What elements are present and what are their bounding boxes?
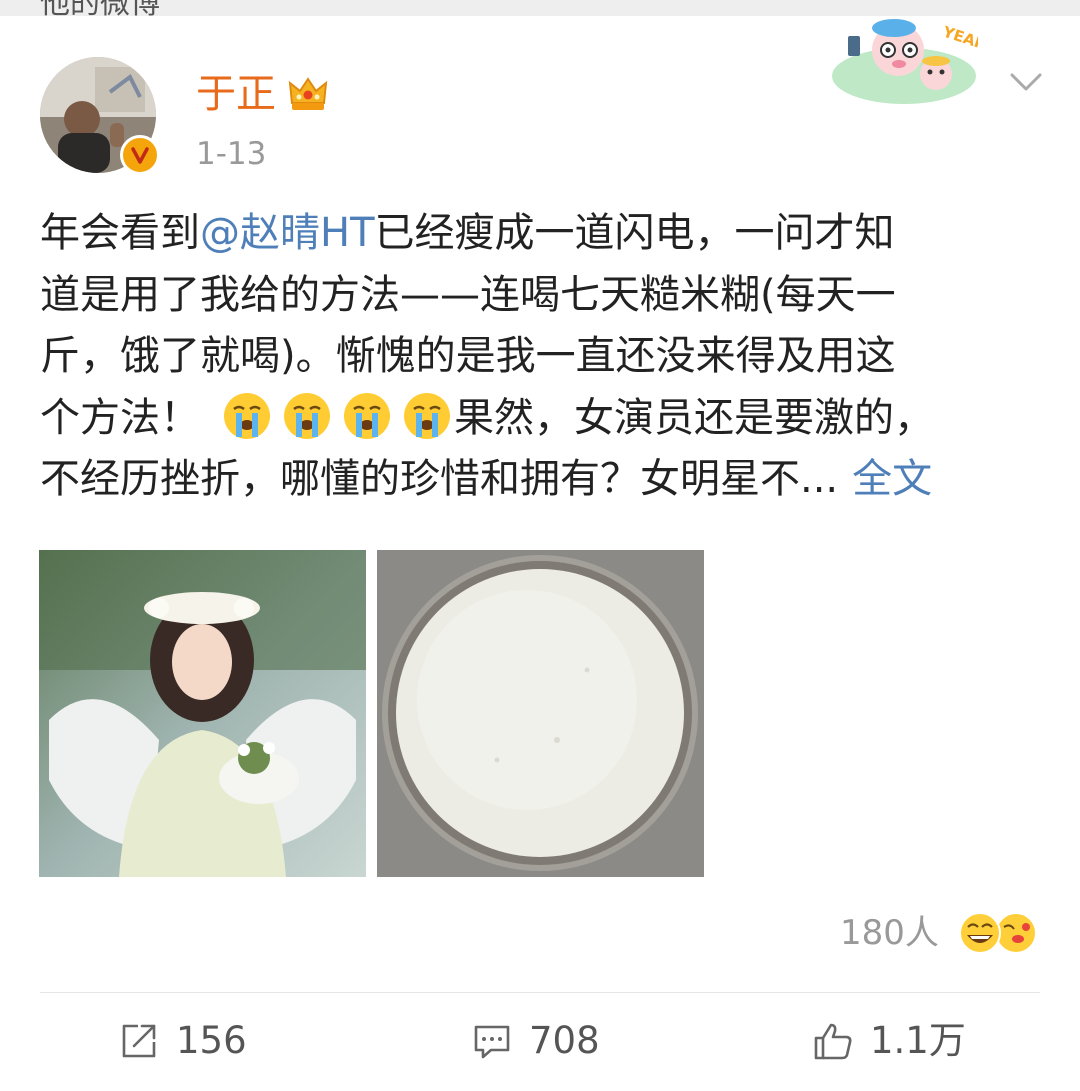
thumbs-up-icon xyxy=(814,1023,852,1060)
verified-badge-icon xyxy=(120,135,160,175)
crying-face-icon xyxy=(344,392,390,439)
like-count: 1.1万 xyxy=(870,1019,966,1062)
chevron-down-icon[interactable] xyxy=(1006,66,1046,100)
repost-count: 156 xyxy=(176,1019,247,1062)
mention-link[interactable]: @赵晴HT xyxy=(200,210,375,256)
text-segment: 年会看到 xyxy=(40,210,200,256)
crying-face-icon xyxy=(404,392,450,439)
text-segment: 果然，女演员还是要激的， xyxy=(454,394,934,441)
post-text-line-4: 个方法！ 果然，女演员还是要激的， xyxy=(40,388,1050,450)
post-image-angel-portrait[interactable] xyxy=(39,550,366,877)
crying-face-icon xyxy=(224,392,270,439)
crying-face-icon xyxy=(284,392,330,439)
reaction-emojis-icon[interactable] xyxy=(958,911,1042,955)
text-segment: 已经瘦成一道闪电，一问才知 xyxy=(374,210,895,256)
post-time: 1-13 xyxy=(196,136,267,172)
repost-button[interactable]: 156 xyxy=(118,1018,247,1064)
comment-count: 708 xyxy=(529,1019,600,1062)
post-image-rice-porridge[interactable] xyxy=(377,550,704,877)
svg-text:YEAH!: YEAH! xyxy=(940,22,978,56)
post-text-line-3: 斤，饿了就喝)。惭愧的是我一直还没来得及用这 xyxy=(40,333,896,379)
divider xyxy=(40,992,1040,993)
repost-icon xyxy=(122,1024,156,1058)
comment-button[interactable]: 708 xyxy=(471,1018,600,1064)
read-full-link[interactable]: 全文 xyxy=(852,456,932,502)
like-button[interactable]: 1.1万 xyxy=(812,1018,966,1064)
reaction-count[interactable]: 180人 xyxy=(840,910,939,956)
comment-icon xyxy=(474,1025,510,1059)
post-text-line-2: 道是用了我给的方法——连喝七天糙米糊(每天一 xyxy=(40,271,896,318)
yeah-sticker-icon: YEAH! xyxy=(830,14,996,106)
text-segment: 个方法！ xyxy=(40,394,200,441)
author-name[interactable]: 于正 xyxy=(196,68,276,120)
avatar[interactable] xyxy=(40,57,160,175)
post-text-line-5: 不经历挫折，哪懂的珍惜和拥有？女明星不... 全文 xyxy=(40,449,1050,511)
crown-icon xyxy=(287,73,329,115)
top-strip-text: 他的微博 xyxy=(40,0,160,16)
post-text-line-1: 年会看到@赵晴HT已经瘦成一道闪电，一问才知 xyxy=(40,203,1050,265)
post-text: 年会看到@赵晴HT已经瘦成一道闪电，一问才知 道是用了我给的方法——连喝七天糙米… xyxy=(40,203,1050,511)
text-segment: 不经历挫折，哪懂的珍惜和拥有？女明星不... xyxy=(40,456,839,502)
